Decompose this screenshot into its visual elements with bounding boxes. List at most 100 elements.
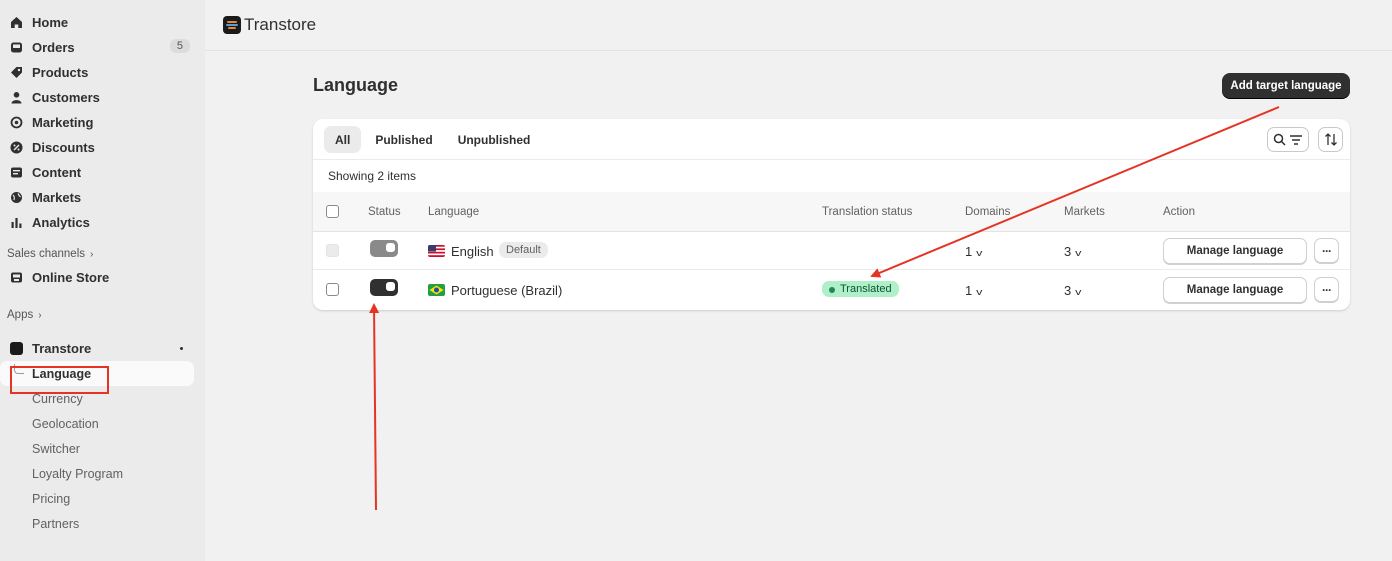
table-row[interactable]: English Default 1v 3v Manage language ··… [313, 232, 1350, 270]
tab-published[interactable]: Published [364, 126, 443, 153]
brazil-flag-icon [428, 284, 445, 296]
globe-icon [11, 192, 22, 203]
filter-tabs: All Published Unpublished [324, 126, 544, 153]
chevron-right-icon: › [90, 248, 94, 260]
sales-channels-label: Sales channels [7, 248, 85, 260]
annotation-highlight-box [10, 366, 109, 394]
search-icon [1273, 133, 1286, 146]
sidebar-item-content[interactable]: Content [0, 160, 205, 185]
subitem-label: Partners [32, 516, 80, 531]
more-actions-button[interactable]: ··· [1314, 238, 1339, 263]
column-translation-status: Translation status [822, 206, 913, 218]
subitem-label: Geolocation [32, 416, 99, 431]
sidebar-item-label: Content [32, 165, 82, 180]
sidebar-subitem-partners[interactable]: Partners [0, 511, 205, 536]
table-row[interactable]: Portuguese (Brazil) Translated 1v 3v Man… [313, 271, 1350, 309]
sidebar-subitem-geolocation[interactable]: Geolocation [0, 411, 205, 436]
sidebar-item-online-store[interactable]: Online Store [0, 265, 205, 290]
language-name: Portuguese (Brazil) [451, 283, 563, 298]
search-filter-button[interactable] [1267, 127, 1309, 152]
apps-section[interactable]: Apps › [0, 304, 205, 326]
image-icon [11, 167, 22, 178]
sidebar-item-customers[interactable]: Customers [0, 85, 205, 110]
domains-dropdown[interactable]: 1v [965, 283, 983, 298]
person-icon [11, 92, 22, 104]
discount-icon [10, 141, 23, 154]
manage-language-button[interactable]: Manage language [1163, 238, 1307, 264]
subitem-label: Switcher [32, 441, 80, 456]
translated-status-badge: Translated [822, 281, 899, 297]
pin-dot-icon[interactable] [180, 347, 183, 350]
tag-icon [11, 67, 22, 78]
add-target-language-button[interactable]: Add target language [1222, 73, 1350, 98]
default-badge: Default [499, 242, 548, 258]
page-title: Language [313, 75, 399, 95]
sidebar-subitem-loyalty-program[interactable]: Loyalty Program [0, 461, 205, 486]
chevron-right-icon: › [38, 309, 42, 321]
sidebar-item-markets[interactable]: Markets [0, 185, 205, 210]
tab-unpublished[interactable]: Unpublished [447, 126, 542, 153]
markets-dropdown[interactable]: 3v [1064, 283, 1082, 298]
markets-count: 3 [1064, 244, 1072, 259]
sidebar-item-label: Online Store [32, 270, 110, 285]
column-action: Action [1163, 206, 1195, 218]
subitem-label: Pricing [32, 491, 71, 506]
transtore-logo-icon [223, 16, 241, 34]
annotation-arrow-to-toggle [369, 303, 380, 511]
sidebar-item-orders[interactable]: Orders 5 [0, 35, 205, 60]
row-checkbox[interactable] [326, 283, 339, 296]
sidebar-item-products[interactable]: Products [0, 60, 205, 85]
markets-count: 3 [1064, 283, 1072, 298]
select-all-checkbox[interactable] [326, 205, 339, 218]
inbox-icon [11, 42, 22, 53]
sort-icon [1324, 133, 1337, 146]
subitem-label: Loyalty Program [32, 466, 124, 481]
column-domains: Domains [965, 206, 1011, 218]
filter-icon [1290, 134, 1302, 145]
sidebar-item-marketing[interactable]: Marketing [0, 110, 205, 135]
language-name: English [451, 244, 494, 259]
sidebar-item-transtore[interactable]: Transtore [0, 336, 205, 361]
sidebar-item-discounts[interactable]: Discounts [0, 135, 205, 160]
table-header: Status Language Translation status Domai… [313, 192, 1350, 232]
status-toggle[interactable] [370, 240, 398, 257]
manage-language-button[interactable]: Manage language [1163, 277, 1307, 303]
row-checkbox [326, 244, 339, 257]
sales-channels-section[interactable]: Sales channels › [0, 243, 205, 265]
tab-all[interactable]: All [324, 126, 362, 153]
bar-chart-icon [11, 218, 22, 228]
markets-dropdown[interactable]: 3v [1064, 244, 1082, 259]
sidebar-item-label: Discounts [32, 140, 95, 155]
chevron-down-icon: v [976, 248, 983, 258]
sidebar-item-analytics[interactable]: Analytics [0, 210, 205, 235]
column-status: Status [368, 206, 401, 218]
sidebar-item-label: Customers [32, 90, 100, 105]
chevron-down-icon: v [976, 287, 983, 297]
orders-count-badge: 5 [169, 39, 190, 53]
store-icon [11, 272, 22, 283]
chevron-down-icon: v [1075, 287, 1082, 297]
status-toggle[interactable] [370, 279, 398, 296]
column-markets: Markets [1064, 206, 1105, 218]
column-language: Language [428, 206, 480, 218]
domains-count: 1 [965, 283, 973, 298]
language-table-card: All Published Unpublished Showing 2 item… [313, 119, 1350, 310]
sidebar-item-label: Orders [32, 40, 75, 55]
app-title: Transtore [244, 15, 317, 34]
sort-button[interactable] [1318, 127, 1343, 152]
sidebar-subitem-switcher[interactable]: Switcher [0, 436, 205, 461]
app-header: Transtore [205, 0, 1392, 51]
home-icon [11, 17, 22, 28]
domains-dropdown[interactable]: 1v [965, 244, 983, 259]
us-flag-icon [428, 245, 445, 257]
sidebar: Home Orders 5 Products Customers Marketi… [0, 0, 205, 561]
sidebar-subitem-pricing[interactable]: Pricing [0, 486, 205, 511]
more-actions-button[interactable]: ··· [1314, 277, 1339, 302]
target-icon [10, 116, 23, 129]
sidebar-item-label: Home [32, 15, 69, 30]
sidebar-item-label: Markets [32, 190, 82, 205]
chevron-down-icon: v [1075, 248, 1082, 258]
domains-count: 1 [965, 244, 973, 259]
sidebar-item-home[interactable]: Home [0, 10, 205, 35]
transtore-app-icon [10, 342, 23, 355]
